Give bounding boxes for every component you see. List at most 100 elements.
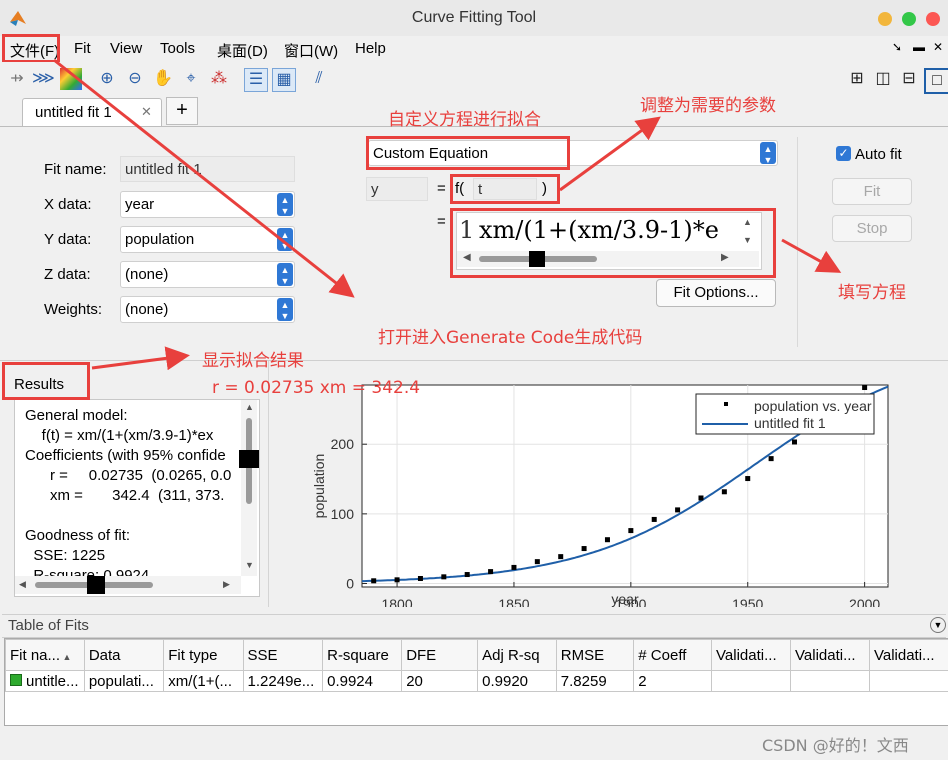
collapse-chevron-icon[interactable]: ▼ xyxy=(930,617,946,633)
close-panel-icon[interactable]: ✕ xyxy=(933,40,943,54)
chevron-updown-icon: ▲ ▼ xyxy=(277,263,293,286)
x-tick-label: 1950 xyxy=(732,596,763,607)
scroll-up-icon[interactable]: ▲ xyxy=(245,402,254,412)
scroll-thumb[interactable] xyxy=(239,450,259,468)
add-tab-button[interactable]: + xyxy=(166,97,198,125)
table-row[interactable]: untitle... populati... xm/(1+(... 1.2249… xyxy=(5,670,948,692)
tab-untitled-fit-1[interactable]: untitled fit 1 ✕ xyxy=(22,98,162,126)
close-window-icon[interactable] xyxy=(926,12,940,26)
scroll-thumb[interactable] xyxy=(87,576,105,594)
table-cell: xm/(1+(... xyxy=(163,670,244,692)
data-point xyxy=(558,554,564,560)
x-data-select[interactable]: year ▲ ▼ xyxy=(120,191,295,218)
results-line: xm = 342.4 (311, 373. xyxy=(25,487,225,504)
legend-icon[interactable]: ☰ xyxy=(244,68,268,92)
results-highlight xyxy=(2,362,90,400)
legend-points-marker xyxy=(724,402,728,406)
x-tick-label: 1800 xyxy=(381,596,412,607)
results-line: SSE: 1225 xyxy=(25,547,106,564)
results-line: r = 0.02735 (0.0265, 0.0 xyxy=(25,467,232,484)
menu-view[interactable]: View xyxy=(110,40,142,57)
column-header[interactable]: DFE xyxy=(401,639,479,671)
column-header[interactable]: Validati... xyxy=(868,639,948,671)
menu-fit[interactable]: Fit xyxy=(74,40,91,57)
column-header[interactable]: Validati... xyxy=(790,639,870,671)
exclusion-icon[interactable]: ⋙ xyxy=(32,68,55,90)
z-data-label: Z data: xyxy=(44,266,91,283)
column-header[interactable]: R-square xyxy=(322,639,403,671)
equals-sign: = xyxy=(437,180,446,197)
data-cursor-icon[interactable]: ⇸ xyxy=(6,68,28,90)
zoom-in-icon[interactable]: ⊕ xyxy=(96,68,118,90)
column-header[interactable]: SSE xyxy=(242,639,324,671)
results-line xyxy=(25,506,237,526)
undock-icon[interactable]: ➘ xyxy=(892,40,902,54)
results-textbox[interactable]: General model: f(t) = xm/(1+(xm/3.9-1)*e… xyxy=(14,399,260,597)
annotation-fill-equation: 填写方程 xyxy=(838,283,906,303)
maximize-icon[interactable] xyxy=(902,12,916,26)
y-tick-label: 100 xyxy=(331,506,355,522)
menu-help[interactable]: Help xyxy=(355,40,386,57)
layout-grid-icon[interactable]: ⊞ xyxy=(846,68,868,90)
results-line: R-square: 0.9924 xyxy=(25,567,150,576)
menu-tools[interactable]: Tools xyxy=(160,40,195,57)
annotation-generate-code: 打开进入Generate Code生成代码 xyxy=(378,328,643,348)
fit-options-button[interactable]: Fit Options... xyxy=(656,279,776,307)
column-header[interactable]: RMSE xyxy=(555,639,635,671)
menu-bar: 文件(F) Fit View Tools 桌面(D) 窗口(W) Help ➘ … xyxy=(0,36,948,62)
residuals-icon[interactable] xyxy=(60,68,82,90)
column-header[interactable]: Validati... xyxy=(711,639,791,671)
auto-fit-checkbox[interactable]: ✓ xyxy=(836,146,851,161)
layout-columns-icon[interactable]: ◫ xyxy=(872,68,894,90)
data-point xyxy=(488,569,494,575)
annotation-show-results: 显示拟合结果 xyxy=(202,351,304,371)
fit-name-field[interactable]: untitled fit 1 xyxy=(120,156,295,182)
data-point xyxy=(791,439,797,445)
column-header[interactable]: # Coeff xyxy=(633,639,713,671)
legend[interactable]: population vs. year untitled fit 1 xyxy=(695,393,875,435)
y-data-select[interactable]: population ▲ ▼ xyxy=(120,226,295,253)
table-cell: 2 xyxy=(633,670,713,692)
data-point xyxy=(768,456,774,462)
tab-close-icon[interactable]: ✕ xyxy=(141,104,152,120)
scroll-left-icon[interactable]: ◀ xyxy=(19,579,26,590)
data-point xyxy=(511,564,517,570)
dependent-variable-field[interactable]: y xyxy=(366,177,428,201)
fit-button[interactable]: Fit xyxy=(832,178,912,205)
results-hscrollbar[interactable]: ◀ ▶ xyxy=(15,576,241,594)
menu-desktop[interactable]: 桌面(D) xyxy=(217,40,268,61)
column-header[interactable]: Data xyxy=(83,639,165,671)
column-header[interactable]: Adj R-sq xyxy=(477,639,557,671)
table-cell: untitle... xyxy=(5,670,85,692)
menu-window[interactable]: 窗口(W) xyxy=(284,40,338,61)
zoom-out-icon[interactable]: ⊖ xyxy=(124,68,146,90)
table-title: Table of Fits xyxy=(8,617,89,634)
stop-button[interactable]: Stop xyxy=(832,215,912,242)
y-tick-label: 0 xyxy=(346,576,354,592)
z-data-select[interactable]: (none) ▲ ▼ xyxy=(120,261,295,288)
scroll-right-icon[interactable]: ▶ xyxy=(223,579,230,590)
column-header[interactable]: Fit na... ▲ xyxy=(5,639,85,671)
layout-single-icon[interactable]: □ xyxy=(924,68,948,94)
table-cell xyxy=(711,670,791,692)
scroll-down-icon[interactable]: ▼ xyxy=(245,560,254,570)
data-point xyxy=(394,577,400,583)
pan-icon[interactable]: ✋ xyxy=(152,68,174,90)
weights-select[interactable]: (none) ▲ ▼ xyxy=(120,296,295,323)
grid-icon[interactable]: ▦ xyxy=(272,68,296,92)
column-header[interactable]: Fit type xyxy=(163,639,244,671)
axes-limits-icon[interactable]: ⫽ xyxy=(308,68,330,90)
y-tick-label: 200 xyxy=(331,436,355,452)
minimize-panel-icon[interactable]: ▬ xyxy=(913,40,925,54)
data-point xyxy=(371,578,377,584)
table-cell: 20 xyxy=(401,670,479,692)
data-point xyxy=(651,516,657,522)
minimize-icon[interactable] xyxy=(878,12,892,26)
results-vscrollbar[interactable]: ▲ ▼ xyxy=(239,400,259,576)
data-tips-icon[interactable]: ⌖ xyxy=(180,68,202,90)
layout-rows-icon[interactable]: ⊟ xyxy=(898,68,920,90)
data-point xyxy=(464,572,470,578)
annotation-adjust-params: 调整为需要的参数 xyxy=(640,96,776,116)
x-data-value: year xyxy=(125,196,155,213)
exclude-outliers-icon[interactable]: ⁂ xyxy=(208,68,230,90)
